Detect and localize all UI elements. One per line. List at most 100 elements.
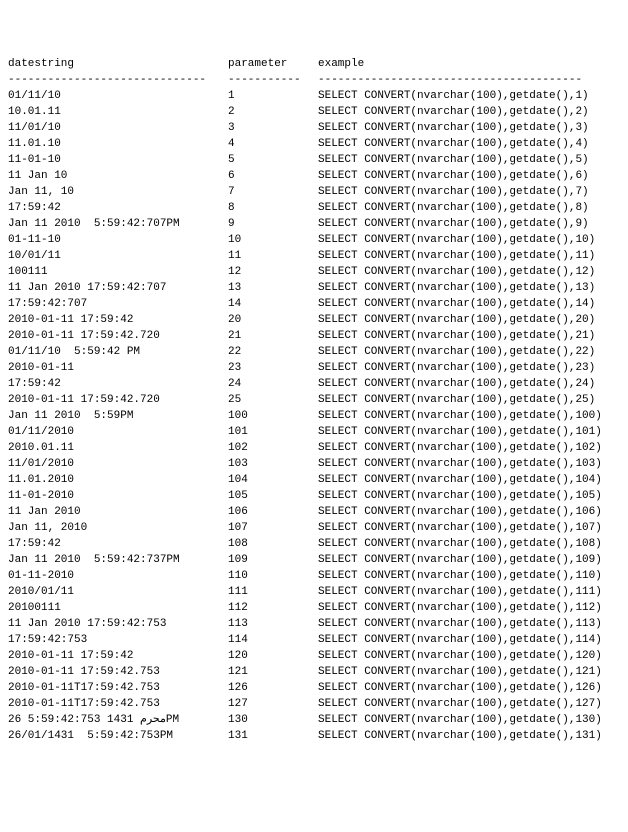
header-parameter: parameter <box>228 56 318 72</box>
cell-parameter: 113 <box>228 616 318 632</box>
cell-example: SELECT CONVERT(nvarchar(100),getdate(),2… <box>318 328 595 344</box>
cell-example: SELECT CONVERT(nvarchar(100),getdate(),7… <box>318 184 589 200</box>
cell-example: SELECT CONVERT(nvarchar(100),getdate(),8… <box>318 200 589 216</box>
sql-output-block: datestringparameterexample -------------… <box>8 56 620 744</box>
cell-datestring: 17:59:42 <box>8 376 228 392</box>
cell-parameter: 14 <box>228 296 318 312</box>
cell-example: SELECT CONVERT(nvarchar(100),getdate(),2… <box>318 104 589 120</box>
cell-datestring: 17:59:42:753 <box>8 632 228 648</box>
cell-datestring: 11/01/2010 <box>8 456 228 472</box>
cell-datestring: 2010-01-11 17:59:42.720 <box>8 392 228 408</box>
cell-parameter: 102 <box>228 440 318 456</box>
cell-datestring: 100111 <box>8 264 228 280</box>
cell-datestring: 2010-01-11 17:59:42 <box>8 312 228 328</box>
cell-example: SELECT CONVERT(nvarchar(100),getdate(),4… <box>318 136 589 152</box>
cell-datestring: 2010-01-11T17:59:42.753 <box>8 680 228 696</box>
cell-parameter: 3 <box>228 120 318 136</box>
cell-datestring: 2010/01/11 <box>8 584 228 600</box>
cell-parameter: 104 <box>228 472 318 488</box>
cell-example: SELECT CONVERT(nvarchar(100),getdate(),9… <box>318 216 589 232</box>
cell-example: SELECT CONVERT(nvarchar(100),getdate(),1… <box>318 280 595 296</box>
cell-example: SELECT CONVERT(nvarchar(100),getdate(),1… <box>318 536 602 552</box>
cell-datestring: 01-11-10 <box>8 232 228 248</box>
cell-example: SELECT CONVERT(nvarchar(100),getdate(),1… <box>318 424 602 440</box>
cell-example: SELECT CONVERT(nvarchar(100),getdate(),2… <box>318 360 595 376</box>
cell-parameter: 5 <box>228 152 318 168</box>
cell-datestring: 2010-01-11 17:59:42.720 <box>8 328 228 344</box>
cell-example: SELECT CONVERT(nvarchar(100),getdate(),3… <box>318 120 589 136</box>
cell-example: SELECT CONVERT(nvarchar(100),getdate(),1… <box>318 648 602 664</box>
cell-example: SELECT CONVERT(nvarchar(100),getdate(),1… <box>318 296 595 312</box>
cell-datestring: 2010-01-11 17:59:42.753 <box>8 664 228 680</box>
rows-container: 01/11/101SELECT CONVERT(nvarchar(100),ge… <box>8 88 620 744</box>
cell-parameter: 131 <box>228 728 318 744</box>
cell-parameter: 106 <box>228 504 318 520</box>
cell-datestring: 11 Jan 10 <box>8 168 228 184</box>
cell-parameter: 121 <box>228 664 318 680</box>
cell-parameter: 11 <box>228 248 318 264</box>
cell-parameter: 21 <box>228 328 318 344</box>
cell-datestring: 17:59:42:707 <box>8 296 228 312</box>
cell-parameter: 100 <box>228 408 318 424</box>
cell-parameter: 109 <box>228 552 318 568</box>
separator: ----------- <box>228 72 318 88</box>
cell-datestring: 2010.01.11 <box>8 440 228 456</box>
cell-datestring: 01/11/2010 <box>8 424 228 440</box>
cell-example: SELECT CONVERT(nvarchar(100),getdate(),6… <box>318 168 589 184</box>
cell-example: SELECT CONVERT(nvarchar(100),getdate(),1… <box>318 472 602 488</box>
cell-datestring: 11.01.10 <box>8 136 228 152</box>
cell-datestring: 17:59:42 <box>8 536 228 552</box>
cell-example: SELECT CONVERT(nvarchar(100),getdate(),1… <box>318 520 602 536</box>
cell-example: SELECT CONVERT(nvarchar(100),getdate(),1… <box>318 488 602 504</box>
cell-example: SELECT CONVERT(nvarchar(100),getdate(),1… <box>318 232 595 248</box>
cell-datestring: Jan 11, 2010 <box>8 520 228 536</box>
cell-example: SELECT CONVERT(nvarchar(100),getdate(),1… <box>318 600 602 616</box>
cell-parameter: 120 <box>228 648 318 664</box>
cell-datestring: 20100111 <box>8 600 228 616</box>
cell-parameter: 126 <box>228 680 318 696</box>
cell-parameter: 24 <box>228 376 318 392</box>
cell-datestring: Jan 11 2010 5:59:42:707PM <box>8 216 228 232</box>
cell-datestring: 10/01/11 <box>8 248 228 264</box>
cell-parameter: 6 <box>228 168 318 184</box>
header-datestring: datestring <box>8 56 228 72</box>
cell-datestring: Jan 11 2010 5:59PM <box>8 408 228 424</box>
cell-example: SELECT CONVERT(nvarchar(100),getdate(),1… <box>318 632 602 648</box>
cell-datestring: Jan 11, 10 <box>8 184 228 200</box>
cell-parameter: 23 <box>228 360 318 376</box>
cell-parameter: 110 <box>228 568 318 584</box>
cell-parameter: 112 <box>228 600 318 616</box>
cell-datestring: 11.01.2010 <box>8 472 228 488</box>
cell-example: SELECT CONVERT(nvarchar(100),getdate(),1… <box>318 248 595 264</box>
cell-example: SELECT CONVERT(nvarchar(100),getdate(),1… <box>318 584 602 600</box>
cell-example: SELECT CONVERT(nvarchar(100),getdate(),2… <box>318 344 595 360</box>
cell-parameter: 107 <box>228 520 318 536</box>
cell-datestring: 11 Jan 2010 17:59:42:753 <box>8 616 228 632</box>
cell-parameter: 22 <box>228 344 318 360</box>
cell-datestring: 11 Jan 2010 17:59:42:707 <box>8 280 228 296</box>
cell-parameter: 20 <box>228 312 318 328</box>
cell-example: SELECT CONVERT(nvarchar(100),getdate(),1… <box>318 408 602 424</box>
cell-datestring: 10.01.11 <box>8 104 228 120</box>
cell-parameter: 4 <box>228 136 318 152</box>
cell-datestring: 11 Jan 2010 <box>8 504 228 520</box>
cell-example: SELECT CONVERT(nvarchar(100),getdate(),2… <box>318 376 595 392</box>
cell-example: SELECT CONVERT(nvarchar(100),getdate(),1… <box>318 264 595 280</box>
separator: ------------------------------ <box>8 72 228 88</box>
cell-parameter: 114 <box>228 632 318 648</box>
cell-example: SELECT CONVERT(nvarchar(100),getdate(),1… <box>318 440 602 456</box>
cell-example: SELECT CONVERT(nvarchar(100),getdate(),1… <box>318 616 602 632</box>
cell-parameter: 13 <box>228 280 318 296</box>
cell-example: SELECT CONVERT(nvarchar(100),getdate(),1… <box>318 664 602 680</box>
cell-datestring: 26 5:59:42:753 1431 محرمPM <box>8 712 228 728</box>
cell-example: SELECT CONVERT(nvarchar(100),getdate(),1… <box>318 568 602 584</box>
cell-example: SELECT CONVERT(nvarchar(100),getdate(),5… <box>318 152 589 168</box>
separator: ---------------------------------------- <box>318 72 582 88</box>
cell-example: SELECT CONVERT(nvarchar(100),getdate(),1… <box>318 456 602 472</box>
cell-parameter: 101 <box>228 424 318 440</box>
cell-parameter: 7 <box>228 184 318 200</box>
cell-parameter: 127 <box>228 696 318 712</box>
cell-parameter: 9 <box>228 216 318 232</box>
cell-parameter: 103 <box>228 456 318 472</box>
cell-datestring: 2010-01-11 <box>8 360 228 376</box>
